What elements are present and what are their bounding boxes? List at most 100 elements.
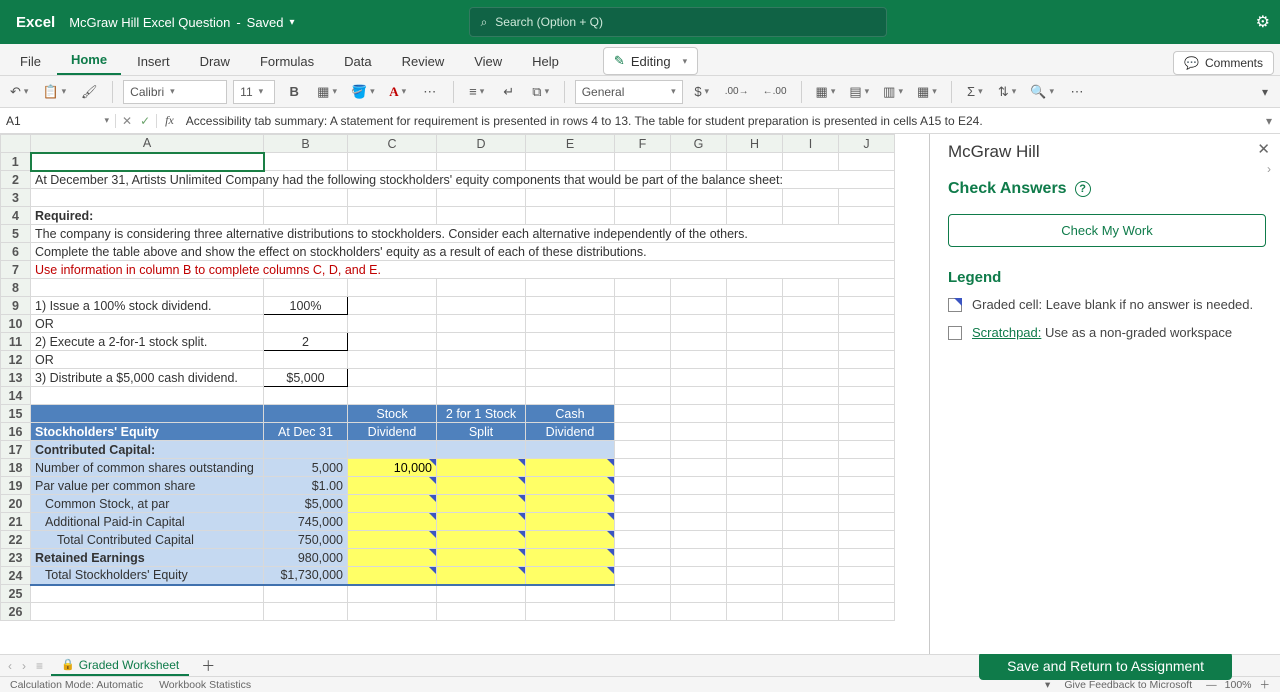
row-header[interactable]: 6 (1, 243, 31, 261)
row-header[interactable]: 12 (1, 351, 31, 369)
cell[interactable] (727, 297, 783, 315)
document-title[interactable]: McGraw Hill Excel Question - Saved ▾ (69, 15, 294, 30)
format-painter-button[interactable]: 🖌 (76, 79, 102, 105)
cell[interactable] (671, 567, 727, 585)
next-sheet-icon[interactable]: › (20, 659, 28, 673)
merge-button[interactable]: ⧉ (528, 79, 554, 105)
row-header[interactable]: 5 (1, 225, 31, 243)
cell[interactable] (727, 405, 783, 423)
cell[interactable] (839, 477, 895, 495)
col-header[interactable]: A (31, 135, 264, 153)
row-header[interactable]: 8 (1, 279, 31, 297)
cell[interactable] (727, 567, 783, 585)
cell[interactable] (783, 477, 839, 495)
tab-file[interactable]: File (6, 47, 55, 75)
tab-view[interactable]: View (460, 47, 516, 75)
row-header[interactable]: 15 (1, 405, 31, 423)
save-return-button[interactable]: Save and Return to Assignment (979, 652, 1232, 680)
cell[interactable] (783, 423, 839, 441)
cell[interactable] (727, 441, 783, 459)
row-header[interactable]: 22 (1, 531, 31, 549)
row-header[interactable]: 13 (1, 369, 31, 387)
cell[interactable] (31, 189, 264, 207)
row-header[interactable]: 17 (1, 441, 31, 459)
cell[interactable] (783, 297, 839, 315)
close-icon[interactable]: ✕ (1257, 140, 1270, 158)
bold-button[interactable]: B (281, 79, 307, 105)
sheet-tab[interactable]: 🔒 Graded Worksheet (51, 656, 189, 676)
check-my-work-button[interactable]: Check My Work (948, 214, 1266, 247)
workbook-stats-label[interactable]: Workbook Statistics (159, 679, 251, 691)
formula-input[interactable]: Accessibility tab summary: A statement f… (182, 114, 1258, 128)
fill-color-button[interactable]: 🪣 (347, 79, 379, 105)
cell[interactable] (615, 441, 671, 459)
cell[interactable] (783, 405, 839, 423)
cell[interactable] (727, 513, 783, 531)
borders-button[interactable]: ▦ (313, 79, 341, 105)
cell[interactable] (671, 459, 727, 477)
cell[interactable]: Required: (31, 207, 264, 225)
format-table-button[interactable]: ▤ (845, 79, 873, 105)
comments-button[interactable]: 💬 Comments (1173, 51, 1274, 75)
cell[interactable] (783, 495, 839, 513)
cell[interactable] (615, 297, 671, 315)
cell-styles-button[interactable]: ▥ (879, 79, 907, 105)
cell[interactable] (727, 423, 783, 441)
tab-insert[interactable]: Insert (123, 47, 184, 75)
row-header[interactable]: 24 (1, 567, 31, 585)
cell[interactable] (839, 441, 895, 459)
col-header[interactable]: H (727, 135, 783, 153)
cell[interactable] (348, 297, 437, 315)
cell[interactable] (31, 387, 264, 405)
cell[interactable] (839, 405, 895, 423)
cell[interactable] (839, 333, 895, 351)
cell[interactable] (615, 459, 671, 477)
help-icon[interactable]: ? (1075, 181, 1091, 197)
autosum-button[interactable]: Σ (962, 79, 988, 105)
cell[interactable] (783, 531, 839, 549)
row-header[interactable]: 14 (1, 387, 31, 405)
feedback-link[interactable]: Give Feedback to Microsoft (1064, 679, 1192, 691)
cell[interactable] (615, 369, 671, 387)
row-header[interactable]: 4 (1, 207, 31, 225)
row-header[interactable]: 23 (1, 549, 31, 567)
cell[interactable] (839, 495, 895, 513)
tab-review[interactable]: Review (388, 47, 459, 75)
row-header[interactable]: 9 (1, 297, 31, 315)
font-family-select[interactable]: Calibri▾ (123, 80, 227, 104)
cell[interactable]: 3) Distribute a $5,000 cash dividend. (31, 369, 264, 387)
name-box[interactable]: A1▾ (0, 114, 116, 128)
cell[interactable]: 1) Issue a 100% stock dividend. (31, 297, 264, 315)
row-header[interactable]: 10 (1, 315, 31, 333)
cell[interactable] (839, 297, 895, 315)
row-header[interactable]: 21 (1, 513, 31, 531)
cell[interactable]: Complete the table above and show the ef… (31, 243, 895, 261)
more-font-button[interactable]: ⋯ (417, 79, 443, 105)
row-header[interactable]: 26 (1, 603, 31, 621)
collapse-ribbon-button[interactable]: ▾ (1256, 85, 1274, 99)
align-button[interactable]: ≡ (464, 79, 490, 105)
font-size-select[interactable]: 11▾ (233, 80, 275, 104)
add-sheet-button[interactable]: ＋ (195, 656, 221, 676)
cell[interactable] (671, 423, 727, 441)
cell[interactable] (615, 513, 671, 531)
cell[interactable] (526, 333, 615, 351)
cell[interactable]: Use information in column B to complete … (31, 261, 895, 279)
decrease-decimal-button[interactable]: ←.00 (759, 79, 791, 105)
cell[interactable] (348, 333, 437, 351)
cell[interactable] (839, 423, 895, 441)
cell[interactable] (615, 423, 671, 441)
cell[interactable] (727, 369, 783, 387)
cell[interactable] (783, 567, 839, 585)
cell[interactable] (783, 459, 839, 477)
cell-A1[interactable] (31, 153, 264, 171)
cell[interactable] (727, 549, 783, 567)
cell[interactable] (727, 495, 783, 513)
zoom-out-button[interactable]: — (1206, 679, 1217, 691)
row-header[interactable]: 25 (1, 585, 31, 603)
currency-button[interactable]: $ (689, 79, 715, 105)
status-dropdown-icon[interactable]: ▾ (1045, 679, 1050, 691)
increase-decimal-button[interactable]: .00→ (721, 79, 753, 105)
cell[interactable] (526, 297, 615, 315)
tab-home[interactable]: Home (57, 45, 121, 75)
